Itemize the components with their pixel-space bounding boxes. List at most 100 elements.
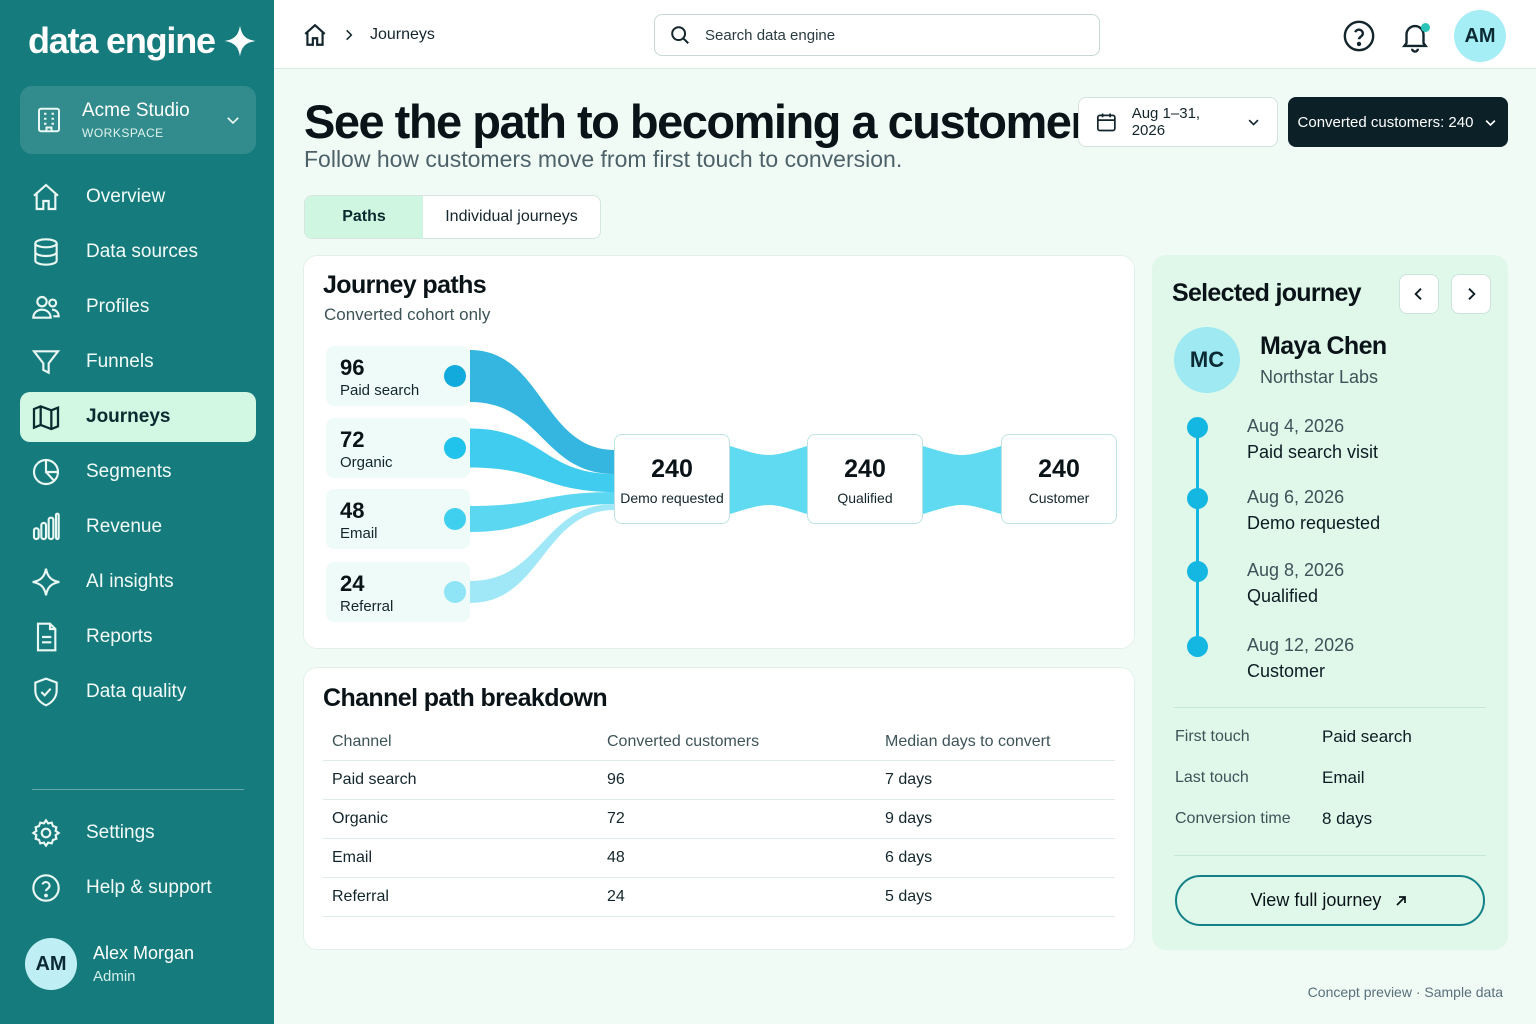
stage-customer[interactable]: 240 Customer: [1001, 434, 1117, 524]
sidebar-item-reports[interactable]: Reports: [20, 612, 256, 662]
logo[interactable]: data engine: [28, 20, 257, 62]
panel-divider: [1174, 707, 1486, 708]
building-icon: [38, 107, 60, 133]
sidebar-item-segments[interactable]: Segments: [20, 447, 256, 497]
previous-journey-button[interactable]: [1399, 274, 1439, 314]
document-icon: [36, 622, 57, 652]
table-cell: 5 days: [876, 877, 1115, 917]
detail-label: Last touch: [1175, 769, 1249, 786]
converted-customers-filter[interactable]: Converted customers: 240: [1288, 97, 1508, 147]
stage-label: Customer: [1028, 490, 1090, 506]
chevron-down-icon: [227, 117, 239, 125]
column-header[interactable]: Channel: [323, 724, 598, 761]
timeline-event: Paid search visit: [1247, 442, 1379, 462]
chevron-right-icon: [1468, 288, 1476, 300]
table-cell: Organic: [323, 799, 598, 839]
card-title: Journey paths: [323, 271, 487, 299]
main-nav: Overview Data sources Profiles Funnels J…: [20, 172, 256, 722]
search-input[interactable]: [705, 26, 1065, 44]
source-label: Email: [340, 525, 378, 542]
table-row[interactable]: Paid search 96 7 days: [323, 760, 1115, 800]
table-cell: 7 days: [876, 760, 1115, 800]
sidebar-item-revenue[interactable]: Revenue: [20, 502, 256, 552]
stage-label: Qualified: [837, 490, 893, 506]
help-button[interactable]: [1342, 19, 1376, 53]
pie-chart-icon: [32, 458, 60, 486]
selected-journey-panel: Selected journey MC Maya Chen Northstar …: [1152, 255, 1508, 950]
table-header-row: Channel Converted customers Median days …: [323, 724, 1115, 761]
source-referral[interactable]: 24 Referral: [326, 562, 470, 622]
search-box[interactable]: [654, 14, 1100, 56]
sidebar-item-label: Funnels: [86, 351, 154, 372]
next-journey-button[interactable]: [1451, 274, 1491, 314]
table-cell: 9 days: [876, 799, 1115, 839]
calendar-icon: [1096, 113, 1116, 132]
user-profile[interactable]: AM Alex Morgan Admin: [25, 938, 194, 990]
stage-demo-requested[interactable]: 240 Demo requested: [614, 434, 730, 524]
timeline-event: Customer: [1247, 661, 1326, 681]
sidebar-item-settings[interactable]: Settings: [20, 808, 256, 858]
home-icon[interactable]: [302, 22, 328, 48]
tab-paths[interactable]: Paths: [305, 196, 423, 238]
table-cell: Referral: [323, 877, 598, 917]
stage-qualified[interactable]: 240 Qualified: [807, 434, 923, 524]
converted-filter-label: Converted customers: 240: [1297, 113, 1474, 131]
table-row[interactable]: Referral 24 5 days: [323, 877, 1115, 917]
source-organic[interactable]: 72 Organic: [326, 418, 470, 478]
breadcrumb-current[interactable]: Journeys: [370, 26, 435, 44]
timeline-dot: [1187, 636, 1208, 657]
view-full-journey-button[interactable]: View full journey: [1175, 875, 1485, 926]
table-row[interactable]: Organic 72 9 days: [323, 799, 1115, 839]
source-email[interactable]: 48 Email: [326, 489, 470, 549]
sparkle-icon: [224, 25, 256, 57]
help-icon: [1343, 20, 1375, 52]
detail-value: 8 days: [1322, 809, 1373, 828]
workspace-label: WORKSPACE: [82, 126, 164, 140]
brand-name: data engine: [28, 20, 216, 61]
avatar: AM: [25, 938, 77, 990]
detail-label: Conversion time: [1175, 810, 1291, 827]
customer-company: Northstar Labs: [1260, 367, 1379, 387]
home-icon: [33, 183, 59, 211]
flow-ribbon-stage-2[interactable]: [923, 446, 1001, 514]
source-value: 96: [340, 355, 365, 380]
sidebar-item-data-sources[interactable]: Data sources: [20, 227, 256, 277]
page-subtitle: Follow how customers move from first tou…: [304, 146, 903, 172]
sidebar-item-label: Reports: [86, 626, 153, 647]
sidebar-item-overview[interactable]: Overview: [20, 172, 256, 222]
stage-label: Demo requested: [620, 490, 724, 506]
source-label: Referral: [340, 598, 394, 615]
column-header[interactable]: Converted customers: [598, 724, 876, 761]
source-dot: [444, 365, 466, 387]
customer-name: Maya Chen: [1260, 332, 1387, 360]
source-label: Paid search: [340, 382, 420, 399]
sidebar-item-label: Segments: [86, 461, 172, 482]
source-paid-search[interactable]: 96 Paid search: [326, 346, 470, 406]
journey-paths-card: Journey paths Converted cohort only 96 P…: [303, 255, 1135, 649]
sidebar-item-help[interactable]: Help & support: [20, 863, 256, 913]
sidebar-item-label: Journeys: [86, 406, 171, 427]
sidebar-item-journeys[interactable]: Journeys: [20, 392, 256, 442]
table-cell: 96: [598, 760, 876, 800]
column-header[interactable]: Median days to convert: [876, 724, 1115, 761]
table-cell: Email: [323, 838, 598, 878]
secondary-nav: Settings Help & support: [20, 808, 256, 918]
table-row[interactable]: Email 48 6 days: [323, 838, 1115, 878]
date-range-label: Aug 1–31, 2026: [1131, 105, 1201, 139]
date-range-picker[interactable]: Aug 1–31, 2026: [1078, 97, 1278, 147]
flow-ribbon-stage-1[interactable]: [730, 446, 807, 514]
sidebar-item-data-quality[interactable]: Data quality: [20, 667, 256, 717]
sidebar-item-funnels[interactable]: Funnels: [20, 337, 256, 387]
notifications-button[interactable]: [1398, 19, 1432, 53]
sidebar-item-ai-insights[interactable]: AI insights: [20, 557, 256, 607]
sidebar-item-profiles[interactable]: Profiles: [20, 282, 256, 332]
tab-individual-journeys[interactable]: Individual journeys: [423, 196, 600, 238]
avatar[interactable]: AM: [1454, 10, 1506, 62]
top-actions: AM: [1342, 10, 1506, 62]
workspace-switcher[interactable]: Acme Studio WORKSPACE: [20, 86, 256, 154]
panel-divider: [1174, 855, 1486, 856]
users-icon: [32, 295, 60, 319]
bar-chart-icon: [32, 512, 60, 541]
timeline-dot: [1187, 417, 1208, 438]
timeline-dot: [1187, 488, 1208, 509]
